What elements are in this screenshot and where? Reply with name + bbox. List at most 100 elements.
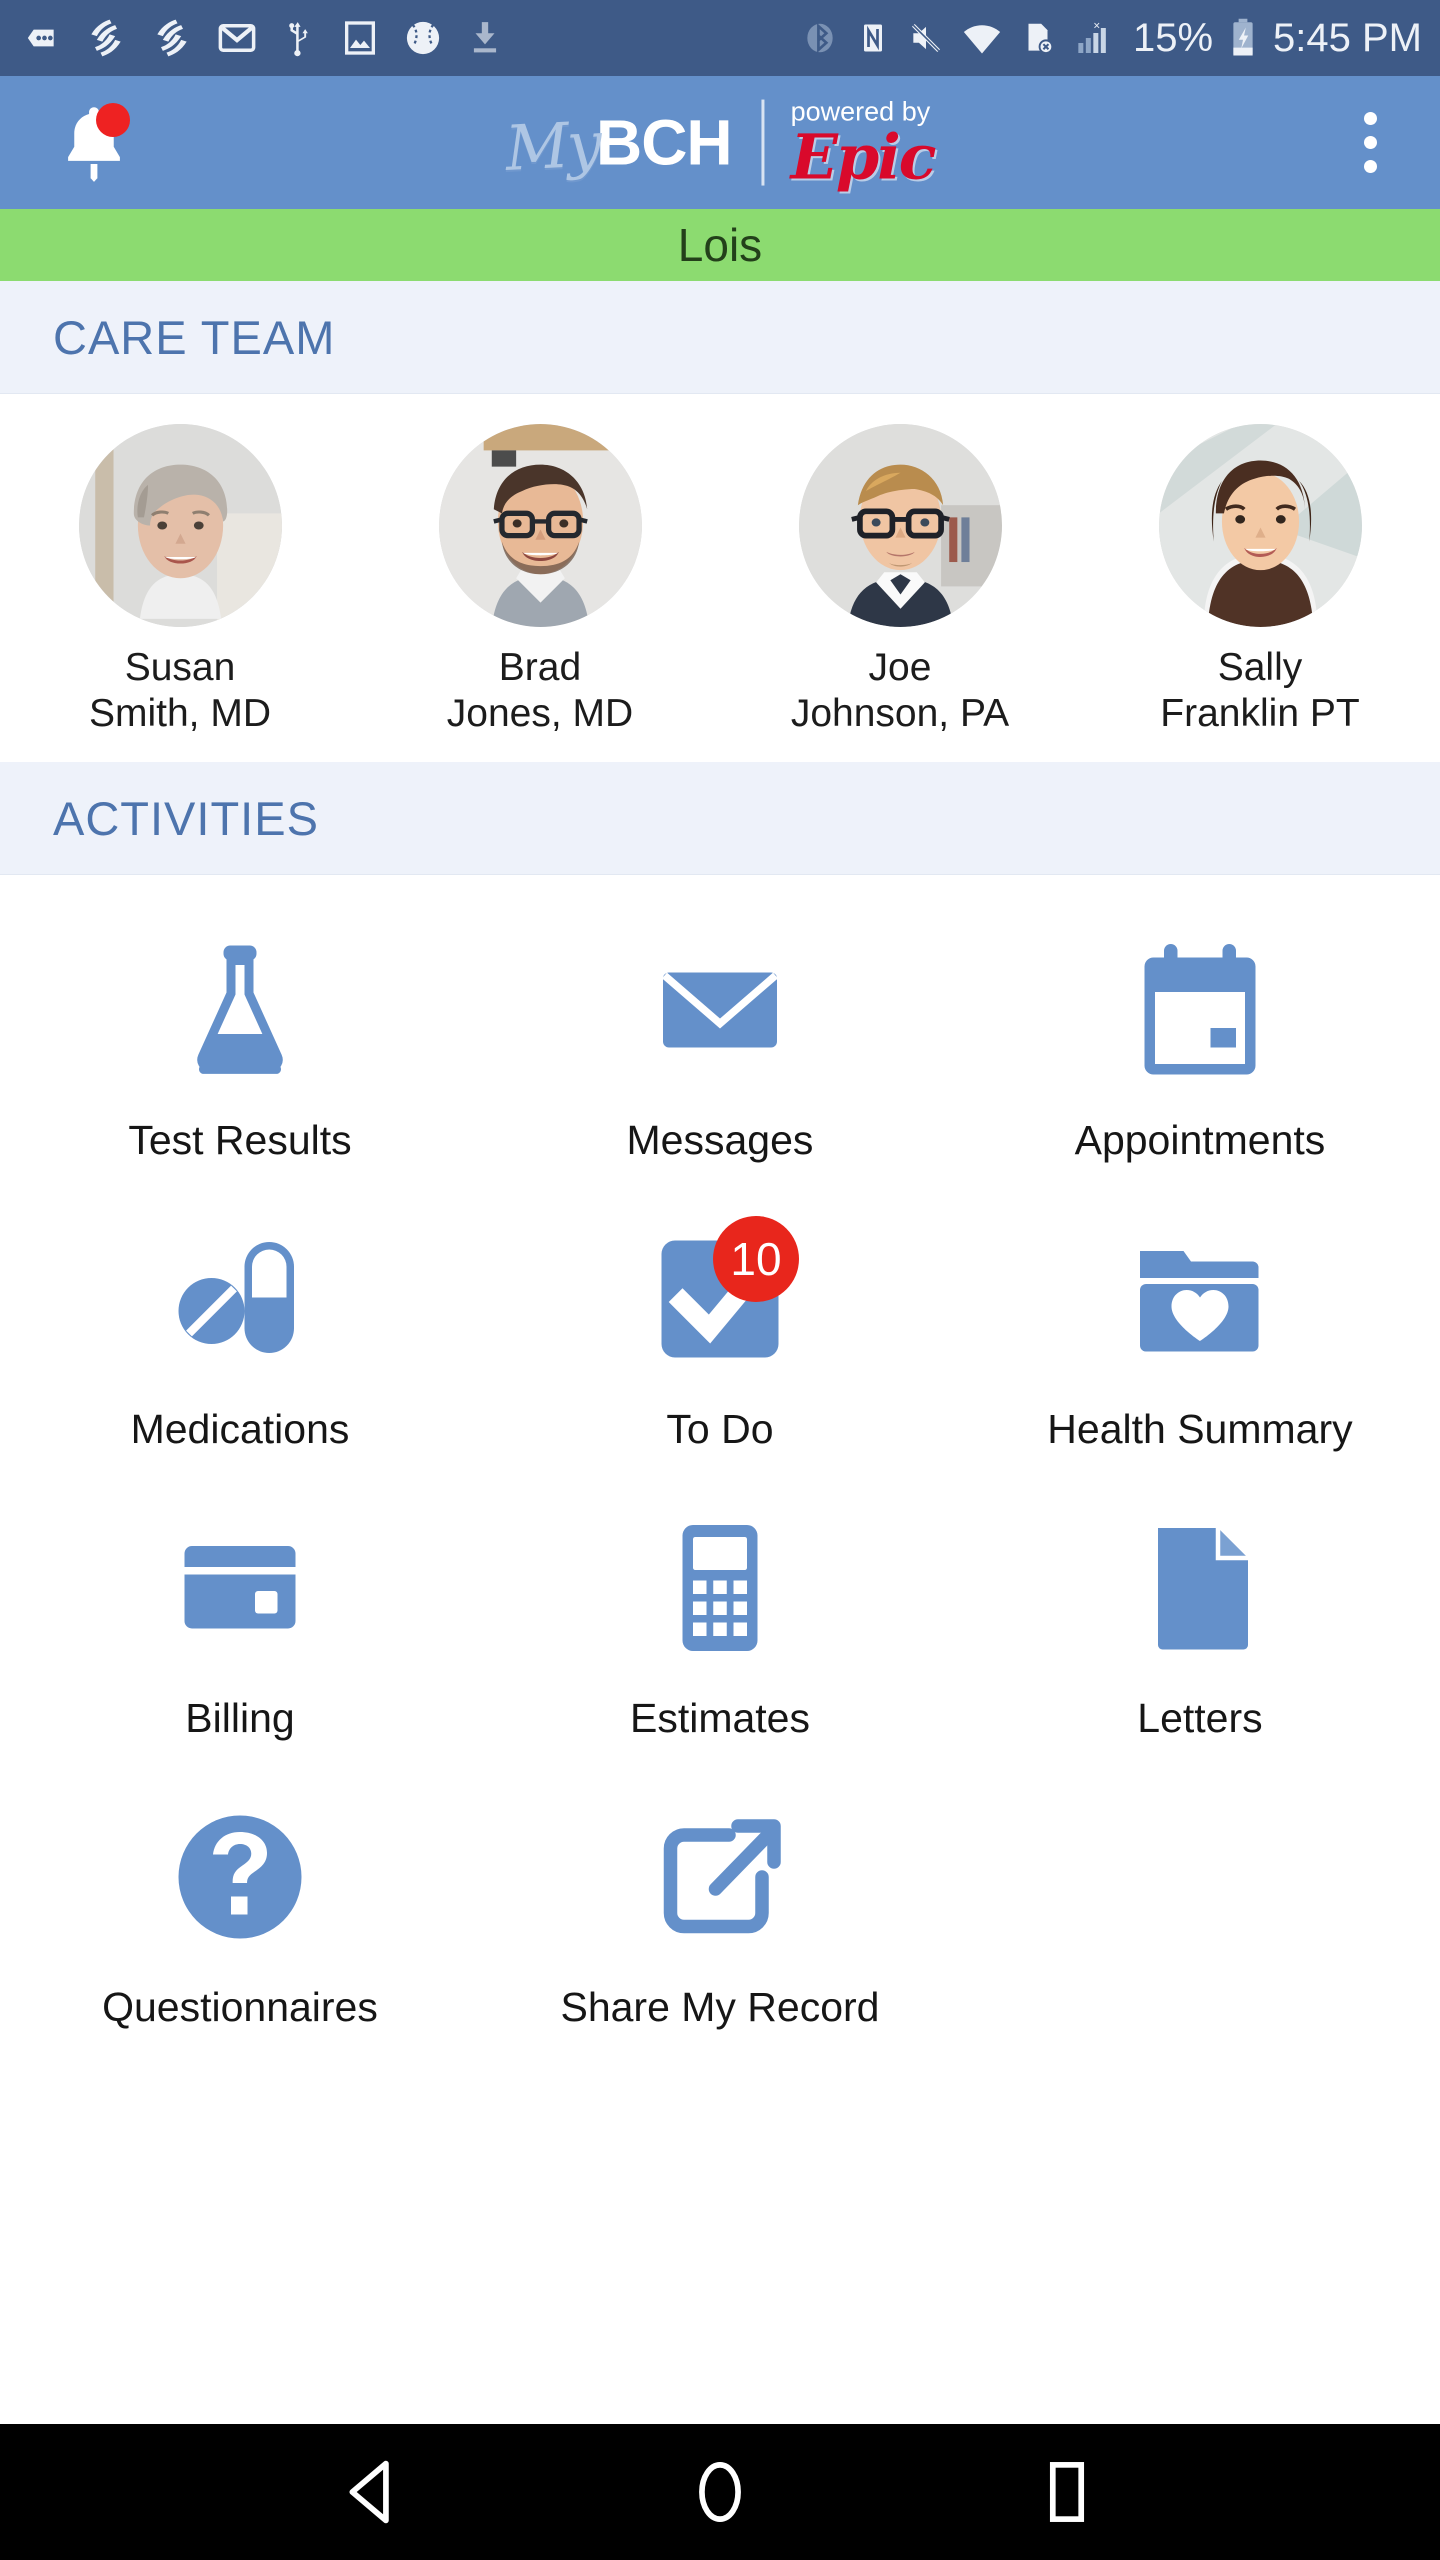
gmail-icon [216,17,258,59]
activity-messages[interactable]: Messages [480,897,960,1186]
activity-appointments[interactable]: Appointments [960,897,1440,1186]
activities-row: Test Results Messages Appointments [0,897,1440,1186]
epic-logo-text: Epic [790,120,937,194]
status-bar-notification-icons [22,16,801,60]
patient-name: Lois [677,219,763,271]
notification-badge-dot [96,102,130,137]
activity-empty-cell [960,1764,1440,2053]
activity-label: To Do [666,1406,774,1453]
usb-icon [280,17,318,59]
avatar-joe-johnson[interactable] [798,424,1002,627]
wifi-icon [961,19,1003,57]
document-icon [1115,1503,1285,1673]
logo-bch-text: BCH [595,106,733,179]
member-last-name: Jones, MD [446,691,634,735]
question-mark-icon [155,1792,325,1962]
more-messages-icon [22,18,62,58]
activity-label: Appointments [1074,1117,1326,1164]
care-team-member[interactable]: Joe Johnson, PA [720,424,1080,736]
activity-share-my-record[interactable]: Share My Record [480,1764,960,2053]
care-team-member[interactable]: Brad Jones, MD [360,424,720,736]
activity-label: Questionnaires [102,1984,378,2031]
activity-questionnaires[interactable]: Questionnaires [0,1764,480,2053]
care-team-list: Susan Smith, MD Brad Jones, MD Joe Johns… [0,394,1440,763]
activity-label: Test Results [128,1117,352,1164]
epic-branding: powered by Epic [790,98,937,194]
credit-card-icon [155,1503,325,1673]
member-last-name: Johnson, PA [790,691,1010,735]
folder-heart-icon [1115,1214,1285,1384]
epic-haiku-icon [150,16,194,60]
activities-title: ACTIVITIES [53,791,319,845]
home-circle-icon[interactable] [665,2437,775,2547]
care-team-member[interactable]: Sally Franklin PT [1080,424,1440,736]
activity-to-do[interactable]: 10 To Do [480,1186,960,1475]
member-first-name: Susan [124,646,236,689]
member-first-name: Sally [1217,646,1303,689]
screenshot-icon [340,18,380,58]
kebab-dot [1363,112,1377,125]
member-last-name: Smith, MD [88,691,271,735]
checkmark-icon: 10 [635,1214,805,1384]
avatar-brad-jones[interactable] [438,424,642,627]
member-first-name: Brad [498,646,582,689]
activity-health-summary[interactable]: Health Summary [960,1186,1440,1475]
android-navigation-bar[interactable] [0,2424,1440,2560]
activities-row: Medications 10 To Do Health Summary [0,1186,1440,1475]
charging-battery-icon [1229,17,1257,59]
android-status-bar[interactable]: × 15% 5:45 PM [0,0,1440,76]
baseball-icon [402,17,444,59]
kebab-dot [1363,136,1377,149]
calculator-icon [635,1503,805,1673]
activity-label: Letters [1137,1695,1263,1742]
svg-text:×: × [1093,20,1100,33]
activity-test-results[interactable]: Test Results [0,897,480,1186]
avatar-sally-franklin[interactable] [1158,424,1362,627]
care-team-member[interactable]: Susan Smith, MD [0,424,360,736]
activities-grid: Test Results Messages Appointments Medic… [0,875,1440,2054]
activities-section-header: ACTIVITIES [0,762,1440,876]
logo-divider [761,99,765,186]
activities-row: Questionnaires Share My Record [0,1764,1440,2053]
care-team-title: CARE TEAM [53,310,336,364]
battery-percentage: 15% [1132,15,1214,60]
envelope-icon [635,925,805,1095]
activity-label: Estimates [629,1695,810,1742]
app-header: My BCH powered by Epic [0,76,1440,209]
activity-billing[interactable]: Billing [0,1475,480,1764]
clock-time: 5:45 PM [1273,15,1422,60]
no-sim-card-icon [1019,18,1057,58]
logo-my-text: My [503,107,602,186]
bluetooth-icon [801,18,839,58]
notifications-button[interactable] [46,95,142,191]
activity-label: Health Summary [1047,1406,1353,1453]
pills-icon [155,1214,325,1384]
kebab-menu-icon[interactable] [1334,95,1406,191]
nfc-icon [855,18,891,58]
care-team-member-name: Sally Franklin PT [1160,645,1359,736]
cellular-signal-icon: × [1073,18,1117,58]
status-bar-system-icons: × 15% 5:45 PM [801,16,1422,61]
external-link-icon [635,1792,805,1962]
flask-icon [155,925,325,1095]
app-logo: My BCH powered by Epic [503,98,937,194]
activities-row: Billing Estimates Letters [0,1475,1440,1764]
activity-label: Messages [626,1117,814,1164]
recents-square-icon[interactable] [1012,2437,1122,2547]
back-triangle-icon[interactable] [318,2437,428,2547]
care-team-member-name: Brad Jones, MD [447,645,633,736]
activity-letters[interactable]: Letters [960,1475,1440,1764]
care-team-member-name: Susan Smith, MD [89,645,271,736]
patient-name-bar[interactable]: Lois [0,209,1440,281]
care-team-section-header: CARE TEAM [0,281,1440,394]
member-first-name: Joe [868,646,932,689]
activity-estimates[interactable]: Estimates [480,1475,960,1764]
kebab-dot [1363,160,1377,173]
calendar-icon [1115,925,1285,1095]
vibrate-off-icon [907,18,945,58]
activity-medications[interactable]: Medications [0,1186,480,1475]
activity-label: Share My Record [560,1984,880,2031]
avatar-susan-smith[interactable] [78,424,282,627]
epic-haiku-icon [84,16,128,60]
activity-label: Billing [185,1695,295,1742]
